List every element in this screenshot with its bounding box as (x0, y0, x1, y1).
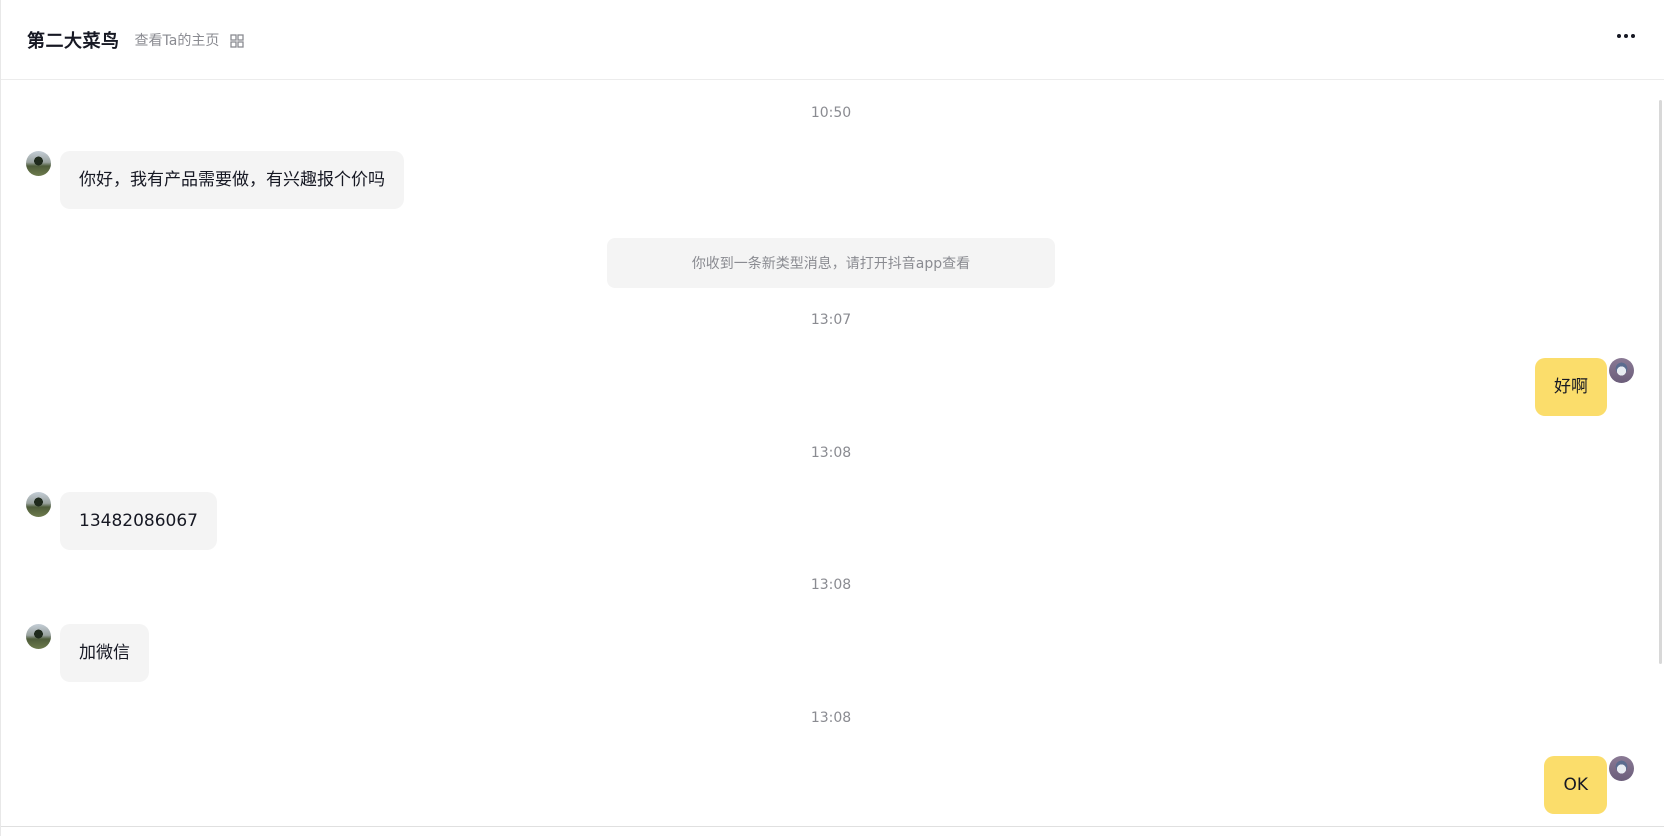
peer-message-bubble: 加微信 (60, 624, 149, 682)
message-timestamp: 13:08 (810, 710, 852, 726)
self-avatar[interactable] (1609, 756, 1634, 781)
message-timestamp: 13:08 (810, 577, 852, 593)
view-profile-link[interactable]: 查看Ta的主页 (135, 30, 220, 50)
message-timestamp: 10:50 (810, 105, 852, 121)
message-list-scrollbar[interactable] (1659, 100, 1662, 664)
more-options-icon[interactable] (1616, 28, 1636, 44)
peer-message-bubble: 13482086067 (60, 492, 217, 550)
contact-name: 第二大菜鸟 (27, 30, 120, 52)
self-message-bubble: OK (1544, 756, 1607, 814)
message-timestamp: 13:08 (810, 445, 852, 461)
peer-avatar[interactable] (26, 624, 51, 649)
peer-avatar[interactable] (26, 492, 51, 517)
self-avatar[interactable] (1609, 358, 1634, 383)
qr-code-icon[interactable] (230, 33, 244, 48)
peer-avatar[interactable] (26, 151, 51, 176)
peer-message-bubble: 你好，我有产品需要做，有兴趣报个价吗 (60, 151, 404, 209)
message-timestamp: 13:07 (810, 312, 852, 328)
new-message-type-notice: 你收到一条新类型消息，请打开抖音app查看 (607, 238, 1055, 288)
chat-header: 第二大菜鸟 查看Ta的主页 (1, 0, 1664, 80)
composer-divider (1, 826, 1664, 827)
message-list: 10:50 你好，我有产品需要做，有兴趣报个价吗 你收到一条新类型消息，请打开抖… (1, 81, 1664, 826)
chat-window: 第二大菜鸟 查看Ta的主页 10:50 你好，我有产品需要做，有兴趣报个价吗 你… (0, 0, 1664, 836)
self-message-bubble: 好啊 (1535, 358, 1607, 416)
